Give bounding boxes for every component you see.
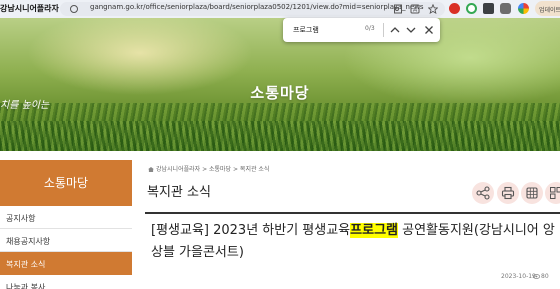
share-icon [476, 186, 490, 200]
breadcrumb-text[interactable]: 강남시니어플라자 > 소통마당 > 복지관 소식 [156, 166, 269, 173]
profile-avatar-icon[interactable] [518, 3, 529, 14]
banner-grass-front [0, 121, 560, 151]
extension-green-icon[interactable] [466, 3, 477, 14]
page-title: 복지관 소식 [147, 185, 211, 200]
find-bar: 프로그램 0/3 [283, 18, 440, 42]
sidebar-item-job-notice[interactable]: 채용공지사항 [0, 229, 132, 252]
extensions-puzzle-icon[interactable] [500, 3, 511, 14]
view-count: 80 [541, 273, 549, 280]
post-title-highlight: 프로그램 [350, 223, 398, 238]
chevron-up-icon[interactable] [388, 23, 402, 37]
sidebar-title: 소통마당 [0, 160, 132, 206]
print-button[interactable] [497, 182, 519, 204]
find-count: 0/3 [365, 25, 375, 32]
browser-toolbar: 강남시니어플라자 gangnam.go.kr/office/seniorplaz… [0, 0, 560, 18]
svg-text:A: A [413, 7, 418, 14]
site-info-icon[interactable] [70, 5, 78, 13]
title-rule [145, 212, 560, 214]
find-query: 프로그램 [293, 26, 319, 34]
chevron-down-icon[interactable] [404, 23, 418, 37]
print-icon [501, 186, 515, 200]
breadcrumb: 강남시니어플라자 > 소통마당 > 복지관 소식 [148, 164, 269, 173]
address-url[interactable]: gangnam.go.kr/office/seniorplaza/board/s… [90, 3, 424, 11]
banner-title: 소통마당 [250, 84, 310, 102]
banner-slogan: 치를 높이는 [0, 100, 50, 111]
post-date: 2023-10-19 [501, 273, 536, 280]
share-button[interactable] [472, 182, 494, 204]
extension-record-icon[interactable] [449, 3, 460, 14]
address-bar[interactable]: gangnam.go.kr/office/seniorplaza/board/s… [60, 2, 445, 16]
find-divider [383, 23, 384, 37]
update-button[interactable]: 업데이트 [535, 1, 560, 16]
extension-dark-icon[interactable] [483, 3, 494, 14]
translate-icon[interactable]: A [410, 4, 420, 14]
copy-button[interactable] [521, 182, 543, 204]
post-title-prefix: [평생교육] 2023년 하반기 평생교육 [151, 223, 351, 238]
find-input[interactable]: 프로그램 [289, 21, 369, 38]
close-icon[interactable] [422, 23, 436, 37]
site-logo[interactable]: 강남시니어플라자 [0, 3, 60, 15]
copy-icon [526, 187, 538, 199]
page-search-icon[interactable] [393, 4, 403, 14]
sidebar-item-notice[interactable]: 공지사항 [0, 206, 132, 229]
sidebar-item-volunteer[interactable]: 나눔과 봉사 [0, 275, 132, 289]
qr-icon [550, 187, 560, 199]
bookmark-star-icon[interactable] [428, 4, 438, 14]
post-title: [평생교육] 2023년 하반기 평생교육프로그램 공연활동지원(강남시니어 앙… [151, 220, 560, 264]
eye-icon [533, 274, 540, 279]
qr-button[interactable] [545, 182, 560, 204]
home-icon[interactable] [148, 167, 154, 172]
page-banner: 소통마당 치를 높이는 [0, 18, 560, 151]
sidebar-item-center-news[interactable]: 복지관 소식 [0, 252, 132, 275]
